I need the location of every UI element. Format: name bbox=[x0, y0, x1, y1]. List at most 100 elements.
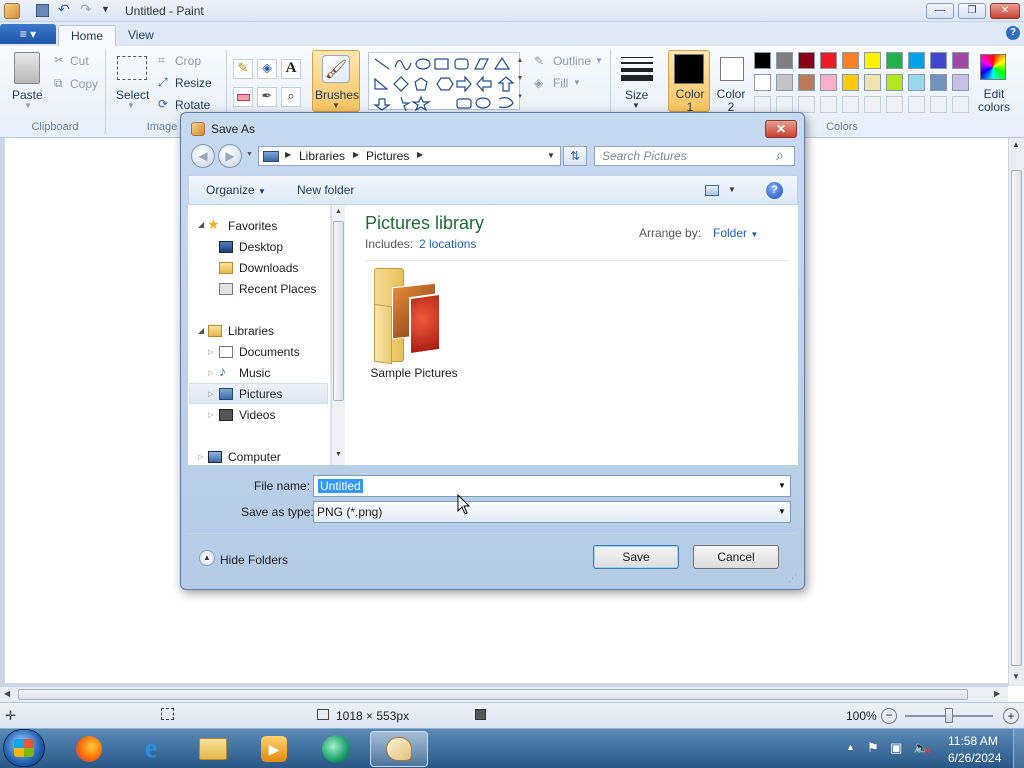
zoom-out-button[interactable]: − bbox=[881, 708, 897, 724]
scroll-up-icon[interactable]: ▲ bbox=[1012, 140, 1020, 149]
save-as-type-dropdown-icon[interactable]: ▼ bbox=[778, 507, 786, 516]
nav-computer[interactable]: Computer bbox=[228, 450, 281, 464]
tab-home[interactable]: Home bbox=[58, 25, 117, 46]
color-swatch[interactable] bbox=[930, 96, 947, 113]
nav-libraries[interactable]: Libraries bbox=[228, 324, 274, 338]
dialog-close-button[interactable]: ✕ bbox=[765, 120, 797, 138]
color-swatch[interactable] bbox=[820, 74, 837, 91]
color-swatch[interactable] bbox=[798, 96, 815, 113]
expand-arrow-icon[interactable]: ▷ bbox=[208, 390, 213, 398]
taskbar-file-explorer[interactable] bbox=[190, 731, 236, 767]
text-tool-icon[interactable]: A bbox=[281, 59, 301, 79]
zoom-slider-thumb[interactable] bbox=[945, 708, 953, 723]
breadcrumb-pictures[interactable]: Pictures bbox=[366, 149, 409, 163]
color-swatch[interactable] bbox=[952, 96, 969, 113]
magnifier-icon[interactable]: ⌕ bbox=[281, 87, 301, 107]
nav-favorites[interactable]: Favorites bbox=[228, 219, 277, 233]
nav-music[interactable]: Music bbox=[239, 366, 270, 380]
taskbar-paint[interactable] bbox=[370, 731, 428, 767]
size-dropdown-icon[interactable]: ▼ bbox=[632, 101, 640, 110]
color-swatch[interactable] bbox=[842, 96, 859, 113]
address-dropdown-icon[interactable]: ▼ bbox=[547, 151, 555, 160]
undo-icon[interactable]: ↶ bbox=[58, 1, 70, 18]
close-button[interactable]: ✕ bbox=[990, 3, 1020, 19]
arrange-by-dropdown[interactable]: Folder ▼ bbox=[713, 226, 758, 240]
resize-grip-icon[interactable]: ⋰ bbox=[788, 573, 797, 584]
organize-button[interactable]: Organize ▼ bbox=[206, 183, 266, 197]
color-swatch[interactable] bbox=[776, 96, 793, 113]
change-view-icon[interactable] bbox=[705, 185, 719, 196]
back-button[interactable]: ◀ bbox=[191, 144, 215, 168]
taskbar-app[interactable] bbox=[313, 731, 359, 767]
forward-button[interactable]: ▶ bbox=[218, 144, 242, 168]
file-name-input[interactable]: Untitled ▼ bbox=[313, 475, 791, 497]
fill-bucket-icon[interactable]: ◈ bbox=[257, 59, 277, 79]
color-swatch[interactable] bbox=[842, 52, 859, 69]
select-dropdown-icon[interactable]: ▼ bbox=[127, 101, 135, 110]
nav-scroll-up-icon[interactable]: ▲ bbox=[335, 208, 342, 215]
color-swatch[interactable] bbox=[908, 96, 925, 113]
tab-view[interactable]: View bbox=[116, 25, 166, 46]
color-swatch[interactable] bbox=[886, 52, 903, 69]
color-swatch[interactable] bbox=[776, 74, 793, 91]
network-icon[interactable]: ▣ bbox=[890, 740, 902, 756]
color-swatch[interactable] bbox=[864, 96, 881, 113]
color-swatch[interactable] bbox=[754, 96, 771, 113]
file-name-value[interactable]: Untitled bbox=[318, 479, 363, 493]
horizontal-scroll-thumb[interactable] bbox=[18, 689, 968, 700]
copy-button[interactable]: Copy bbox=[70, 77, 98, 91]
edit-colors-button[interactable]: Edit colors bbox=[976, 88, 1012, 114]
color-swatch[interactable] bbox=[820, 96, 837, 113]
breadcrumb-libraries[interactable]: Libraries bbox=[299, 149, 345, 163]
vertical-scrollbar[interactable]: ▲ ▼ bbox=[1008, 138, 1024, 686]
shapes-scroll[interactable]: ▲ ▼ ▾ bbox=[514, 52, 526, 110]
eraser-icon[interactable] bbox=[233, 87, 253, 107]
nav-documents[interactable]: Documents bbox=[239, 345, 300, 359]
outline-button[interactable]: Outline bbox=[553, 54, 591, 68]
action-center-icon[interactable]: ⚑ bbox=[867, 740, 879, 756]
expand-arrow-icon[interactable]: ▷ bbox=[208, 369, 213, 377]
maximize-button[interactable]: ❐ bbox=[958, 3, 986, 19]
color-swatch[interactable] bbox=[820, 52, 837, 69]
color-swatch[interactable] bbox=[886, 96, 903, 113]
paint-app-icon[interactable] bbox=[4, 3, 20, 19]
color-swatch[interactable] bbox=[864, 52, 881, 69]
hide-folders-button[interactable]: ▲ Hide Folders bbox=[199, 550, 299, 570]
color-swatch[interactable] bbox=[798, 52, 815, 69]
new-folder-button[interactable]: New folder bbox=[297, 183, 354, 197]
size-button[interactable]: Size bbox=[625, 88, 648, 102]
save-button[interactable]: Save bbox=[593, 545, 679, 569]
color-swatch[interactable] bbox=[908, 52, 925, 69]
paste-dropdown-icon[interactable]: ▼ bbox=[24, 101, 32, 110]
crop-button[interactable]: Crop bbox=[175, 54, 201, 68]
redo-icon[interactable]: ↷ bbox=[80, 1, 92, 18]
color-swatch[interactable] bbox=[952, 52, 969, 69]
paste-button[interactable]: Paste bbox=[12, 88, 43, 102]
expand-arrow-icon[interactable]: ▷ bbox=[208, 411, 213, 419]
recent-locations-dropdown-icon[interactable]: ▼ bbox=[246, 151, 253, 158]
nav-scroll-down-icon[interactable]: ▼ bbox=[335, 451, 342, 458]
color-swatch[interactable] bbox=[842, 74, 859, 91]
color-picker-icon[interactable]: ✒ bbox=[257, 87, 277, 107]
nav-scroll-thumb[interactable] bbox=[333, 221, 344, 401]
clock-time[interactable]: 11:58 AM bbox=[948, 734, 998, 748]
expand-arrow-icon[interactable]: ▷ bbox=[208, 348, 213, 356]
nav-desktop[interactable]: Desktop bbox=[239, 240, 283, 254]
taskbar-media-player[interactable]: ▶ bbox=[251, 731, 297, 767]
quick-access-dropdown-icon[interactable]: ▼ bbox=[101, 4, 110, 14]
cancel-button[interactable]: Cancel bbox=[693, 545, 779, 569]
select-icon[interactable] bbox=[117, 56, 147, 80]
show-hidden-icons[interactable]: ▲ bbox=[846, 742, 855, 752]
resize-button[interactable]: Resize bbox=[175, 76, 212, 90]
color-swatch[interactable] bbox=[754, 52, 771, 69]
nav-videos[interactable]: Videos bbox=[239, 408, 275, 422]
includes-locations-link[interactable]: 2 locations bbox=[419, 237, 476, 251]
nav-recent-places[interactable]: Recent Places bbox=[239, 282, 316, 296]
pencil-icon[interactable]: ✎ bbox=[233, 59, 253, 79]
expand-arrow-icon[interactable]: ▷ bbox=[198, 453, 203, 461]
minimize-button[interactable]: — bbox=[926, 3, 954, 19]
scroll-left-icon[interactable]: ◀ bbox=[4, 689, 10, 698]
select-button[interactable]: Select bbox=[116, 88, 149, 102]
color-swatch[interactable] bbox=[776, 52, 793, 69]
nav-pictures[interactable]: Pictures bbox=[239, 387, 282, 401]
